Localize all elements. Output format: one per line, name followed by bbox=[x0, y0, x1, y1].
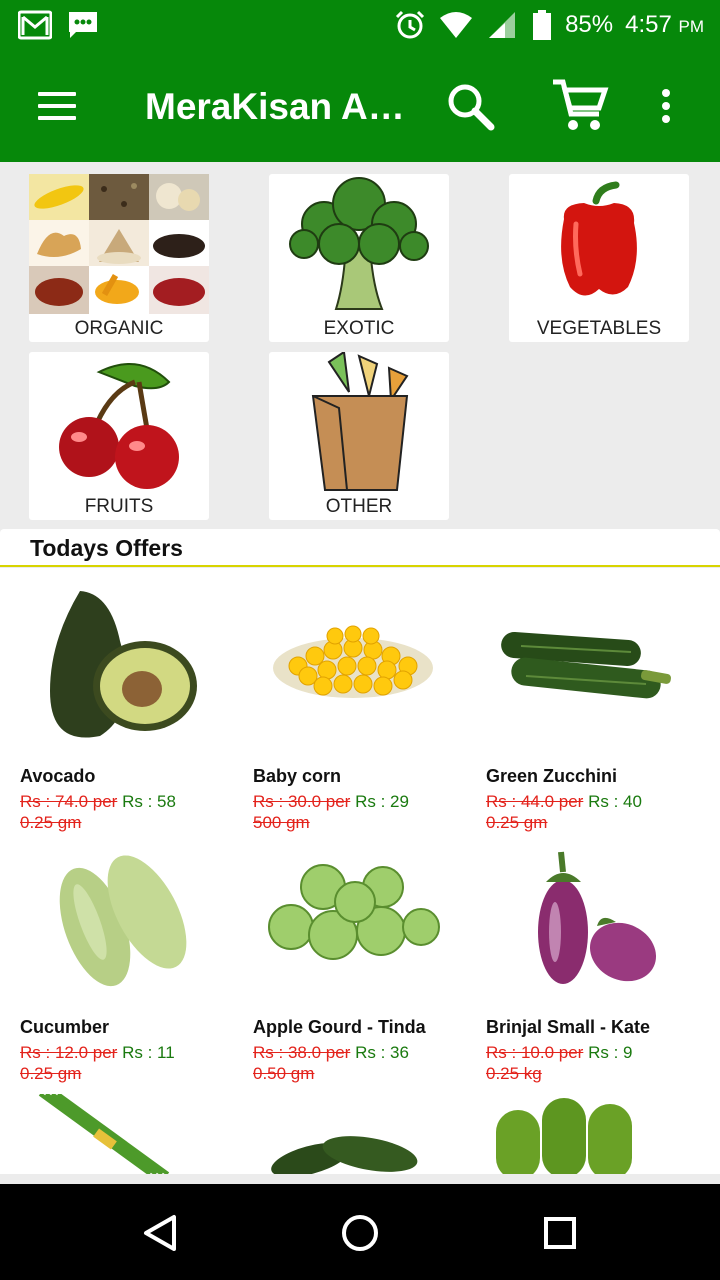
raw-banana-image bbox=[496, 1098, 632, 1174]
brinjal-image bbox=[486, 827, 686, 1007]
old-price: Rs : 10.0 per bbox=[486, 1043, 584, 1062]
category-grid: ORGANIC EXOTIC VEGETABLES FRUITS OTHER bbox=[0, 162, 720, 528]
clock-ampm: PM bbox=[678, 17, 705, 36]
old-unit: 0.25 gm bbox=[20, 1064, 82, 1083]
old-price: Rs : 74.0 per bbox=[20, 792, 118, 811]
recents-icon[interactable] bbox=[535, 1208, 585, 1258]
item-name: Apple Gourd - Tinda bbox=[253, 1017, 426, 1037]
app-title: MeraKisan A… bbox=[145, 86, 405, 127]
bell-pepper-image bbox=[509, 174, 689, 314]
category-fruits[interactable]: FRUITS bbox=[29, 352, 209, 520]
clock: 4:57 PM bbox=[625, 11, 704, 39]
item-name: Brinjal Small - Kate bbox=[486, 1017, 651, 1037]
category-organic[interactable]: ORGANIC bbox=[29, 174, 209, 342]
new-price: Rs : 11 bbox=[122, 1043, 175, 1062]
category-vegetables[interactable]: VEGETABLES bbox=[509, 174, 689, 342]
old-price: Rs : 30.0 per bbox=[253, 792, 351, 811]
tinda-image bbox=[253, 827, 453, 1007]
offer-item-partial[interactable] bbox=[270, 1114, 490, 1174]
organic-collage-image bbox=[29, 174, 209, 314]
app-toolbar: MeraKisan A… bbox=[0, 50, 720, 162]
offer-item-partial[interactable] bbox=[30, 1092, 250, 1174]
new-price: Rs : 9 bbox=[588, 1043, 633, 1062]
offer-item-brinjal-small[interactable]: Brinjal Small - Kate Rs : 10.0 per Rs : … bbox=[486, 827, 706, 1084]
broccoli-image bbox=[269, 174, 449, 314]
bottom-spacer bbox=[0, 1174, 720, 1184]
gmail-icon bbox=[18, 10, 52, 40]
offers-header: Todays Offers bbox=[0, 529, 720, 567]
new-price: Rs : 29 bbox=[355, 792, 409, 811]
beans-image bbox=[38, 1092, 170, 1174]
item-name: Baby corn bbox=[253, 766, 342, 786]
old-price: Rs : 44.0 per bbox=[486, 792, 584, 811]
overflow-icon[interactable] bbox=[646, 76, 686, 136]
offer-item-partial[interactable] bbox=[496, 1080, 716, 1174]
category-other[interactable]: OTHER bbox=[269, 352, 449, 520]
clock-time: 4:57 bbox=[625, 11, 672, 38]
offer-item-green-zucchini[interactable]: Green Zucchini Rs : 44.0 per Rs : 40 0.25… bbox=[486, 576, 706, 833]
cherries-image bbox=[29, 352, 209, 492]
old-price: Rs : 38.0 per bbox=[253, 1043, 351, 1062]
status-bar: 85% 4:57 PM bbox=[0, 0, 720, 50]
message-icon bbox=[69, 12, 97, 38]
offers-grid: Avocado Rs : 74.0 per Rs : 58 0.25 gm Bab… bbox=[0, 568, 720, 1174]
battery-icon bbox=[533, 10, 552, 40]
corn-image bbox=[253, 576, 453, 756]
cart-icon[interactable] bbox=[550, 76, 610, 136]
bitter-gourd-image bbox=[271, 1136, 418, 1174]
category-label: ORGANIC bbox=[74, 318, 164, 339]
cucumber-image bbox=[20, 827, 220, 1007]
item-price: Rs : 10.0 per Rs : 9 0.25 kg bbox=[486, 1042, 706, 1084]
old-price: Rs : 12.0 per bbox=[20, 1043, 118, 1062]
category-label: EXOTIC bbox=[323, 318, 395, 339]
category-label: OTHER bbox=[325, 496, 393, 517]
menu-icon[interactable] bbox=[24, 78, 88, 134]
new-price: Rs : 58 bbox=[122, 792, 176, 811]
wifi-icon bbox=[440, 12, 473, 38]
offer-item-baby-corn[interactable]: Baby corn Rs : 30.0 per Rs : 29 500 gm bbox=[253, 576, 473, 833]
item-name: Cucumber bbox=[20, 1017, 110, 1037]
offer-item-apple-gourd[interactable]: Apple Gourd - Tinda Rs : 38.0 per Rs : 3… bbox=[253, 827, 473, 1084]
grocery-bag-image bbox=[269, 352, 449, 492]
offer-item-avocado[interactable]: Avocado Rs : 74.0 per Rs : 58 0.25 gm bbox=[20, 576, 240, 833]
signal-icon bbox=[489, 12, 516, 38]
back-icon[interactable] bbox=[135, 1208, 185, 1258]
avocado-image bbox=[20, 576, 220, 756]
item-price: Rs : 12.0 per Rs : 11 0.25 gm bbox=[20, 1042, 240, 1084]
item-name: Green Zucchini bbox=[486, 766, 618, 786]
category-exotic[interactable]: EXOTIC bbox=[269, 174, 449, 342]
battery-percent: 85% bbox=[565, 11, 614, 38]
new-price: Rs : 40 bbox=[588, 792, 642, 811]
system-nav-bar bbox=[0, 1184, 720, 1280]
new-price: Rs : 36 bbox=[355, 1043, 409, 1062]
search-icon[interactable] bbox=[440, 76, 500, 136]
home-icon[interactable] bbox=[335, 1208, 385, 1258]
alarm-icon bbox=[396, 10, 425, 39]
item-price: Rs : 38.0 per Rs : 36 0.50 gm bbox=[253, 1042, 473, 1084]
category-label: VEGETABLES bbox=[536, 318, 662, 339]
offer-item-cucumber[interactable]: Cucumber Rs : 12.0 per Rs : 11 0.25 gm bbox=[20, 827, 240, 1084]
offers-heading: Todays Offers bbox=[30, 535, 183, 561]
category-label: FRUITS bbox=[84, 496, 154, 517]
zucchini-image bbox=[486, 576, 686, 756]
item-name: Avocado bbox=[20, 766, 96, 786]
old-unit: 0.50 gm bbox=[253, 1064, 315, 1083]
